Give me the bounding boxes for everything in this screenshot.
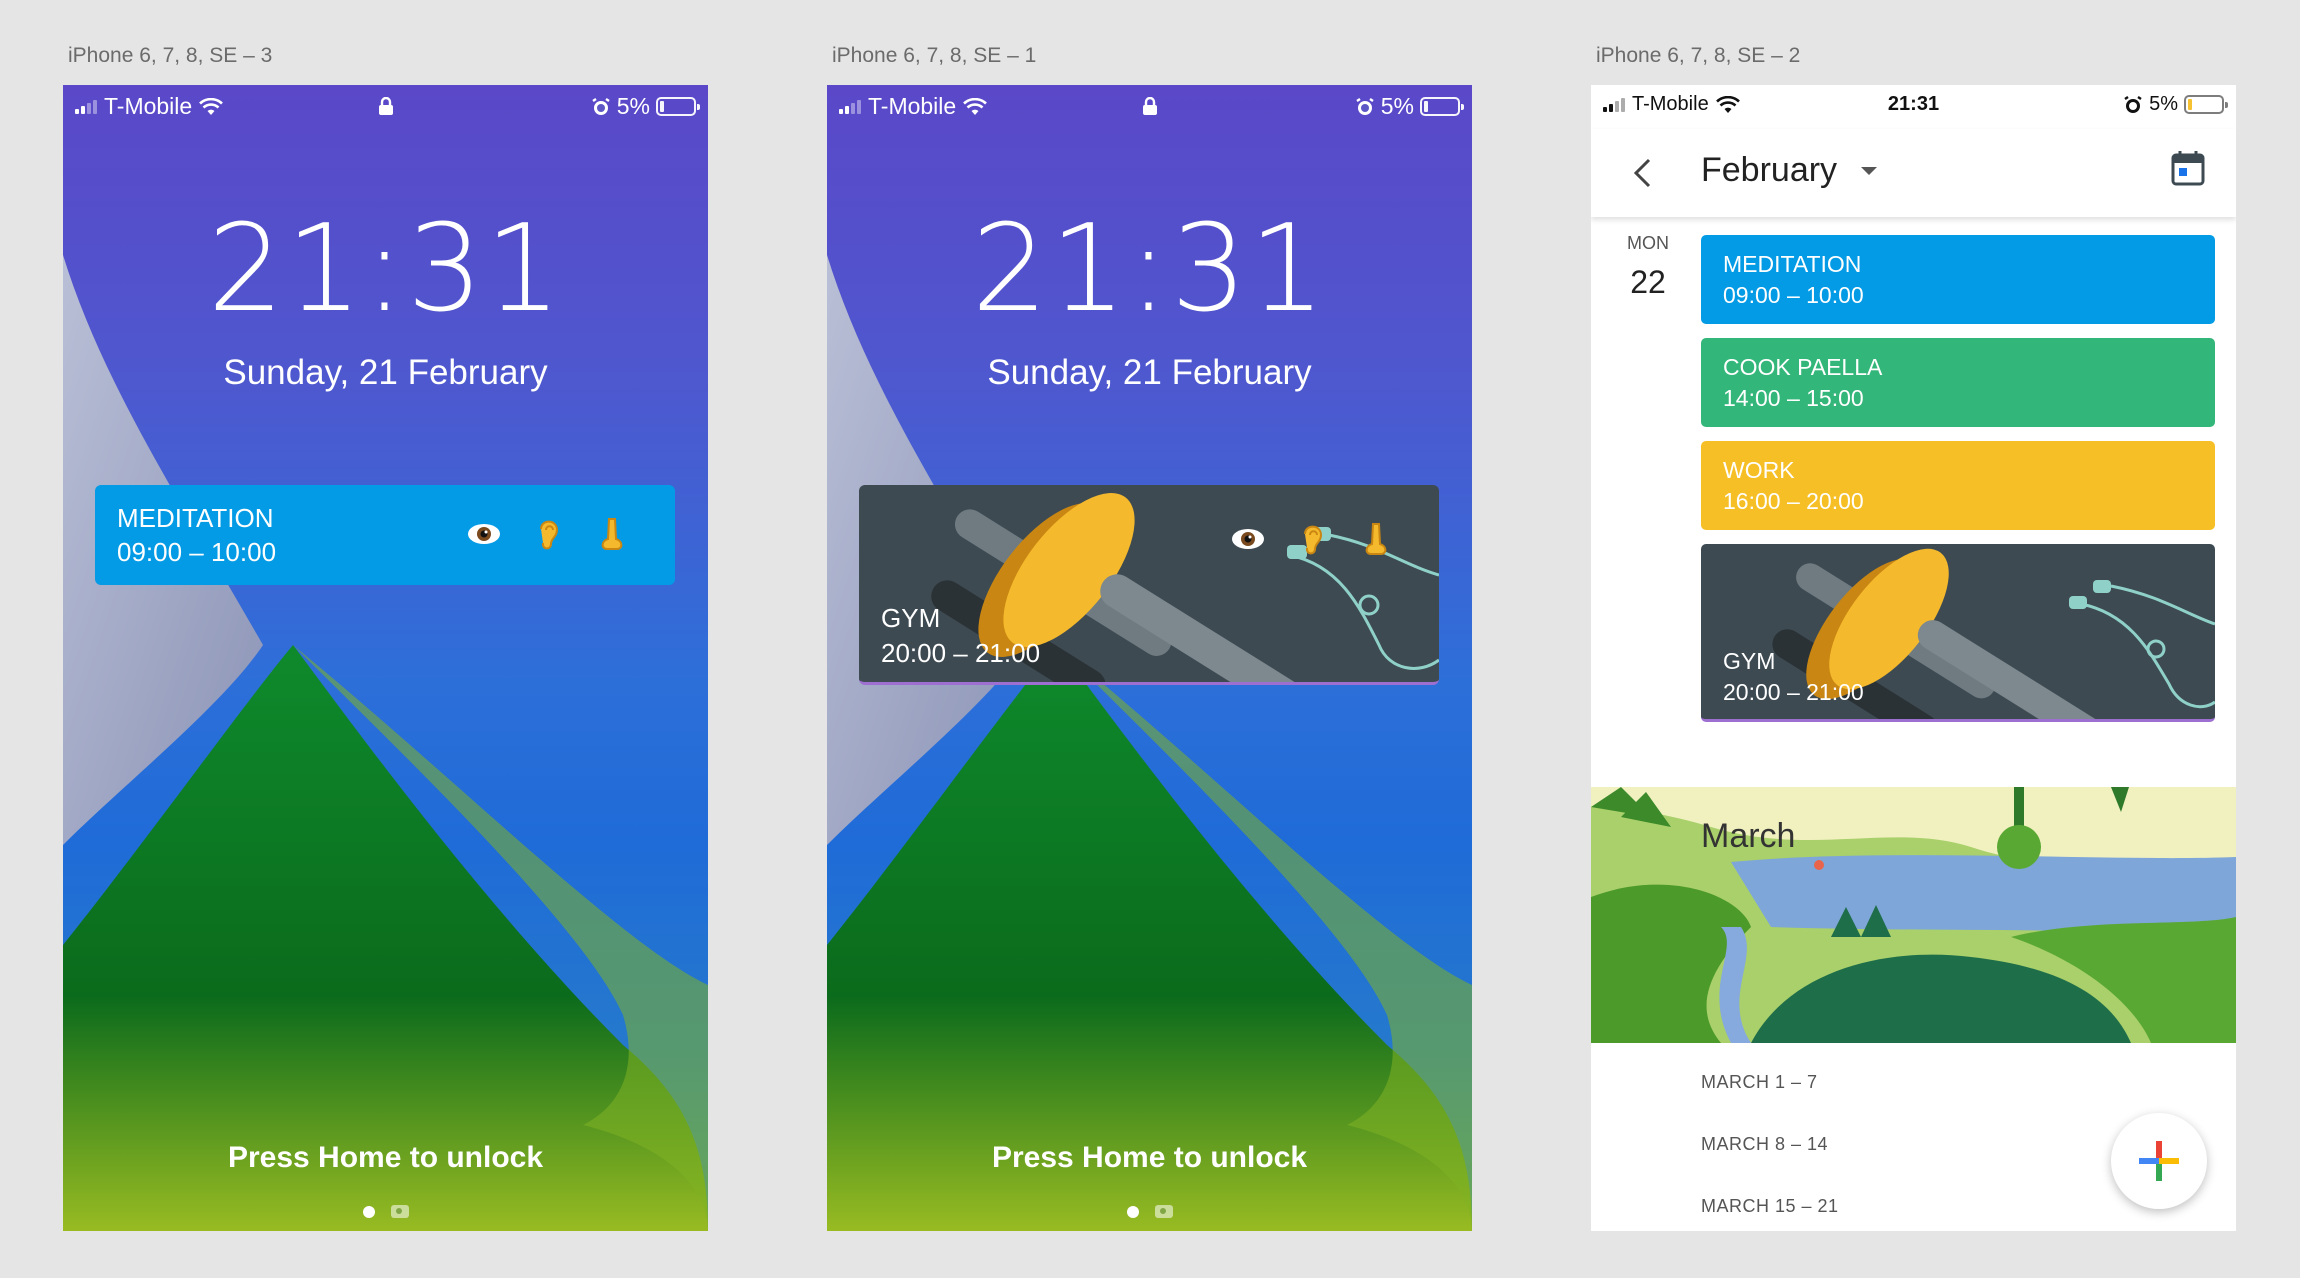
alarm-icon [592,97,610,115]
carrier-label: T-Mobile [104,93,193,119]
dropdown-caret-icon[interactable] [1861,167,1877,175]
event-time: 20:00 – 21:00 [1723,679,1864,705]
camera-icon[interactable] [390,1205,409,1218]
wifi-icon [963,97,988,115]
carrier-label: T-Mobile [868,93,957,119]
event-time: 16:00 – 20:00 [1723,488,1864,514]
status-bar: T-Mobile 5% [827,85,1472,129]
frame-label-2: iPhone 6, 7, 8, SE – 1 [832,44,1037,67]
battery-percent: 5% [616,93,650,119]
ear-icon [1304,525,1323,555]
page-dot [362,1205,375,1218]
landscape-illustration [1591,787,2236,1043]
gym-widget[interactable]: GYM 20:00 – 21:00 [859,485,1439,685]
event-title: COOK PAELLA [1723,354,1883,380]
alarm-icon [1356,97,1374,115]
app-bar: February [1591,129,2236,217]
calendar-app: T-Mobile 21:31 5% February MON 22 MEDITA… [1591,85,2236,1231]
ear-icon [540,520,559,550]
event-gym[interactable]: GYM 20:00 – 21:00 [1701,544,2215,722]
alarm-icon [2124,95,2142,113]
event-meditation[interactable]: MEDITATION 09:00 – 10:00 [1701,235,2215,324]
back-arrow-icon[interactable] [1631,157,1653,189]
camera-icon[interactable] [1154,1205,1173,1218]
lock-icon [378,97,393,115]
lock-clock: 21:31 [207,200,564,339]
eye-icon [468,524,500,544]
widget-time: 09:00 – 10:00 [117,537,277,567]
page-indicator [827,1205,1472,1218]
battery-icon [1420,97,1464,116]
event-title: GYM [1723,648,1776,674]
battery-icon [2184,95,2228,114]
event-work[interactable]: WORK 16:00 – 20:00 [1701,441,2215,530]
signal-icon [839,99,861,114]
status-bar: T-Mobile 21:31 5% [1591,85,2236,129]
lock-icon [1142,97,1157,115]
wifi-icon [199,97,224,115]
calendar-today-icon[interactable] [2170,149,2206,187]
unlock-hint: Press Home to unlock [991,1141,1308,1174]
widget-title: GYM [881,603,941,633]
create-event-button[interactable] [2111,1113,2207,1209]
lock-screen-gym: T-Mobile 5% 21:31 Sunday, 21 February GY… [827,85,1472,1231]
widget-time: 20:00 – 21:00 [881,638,1041,668]
eye-icon [1232,529,1264,549]
lock-date: Sunday, 21 February [223,353,548,392]
unlock-hint: Press Home to unlock [227,1141,544,1174]
lock-screen-meditation: T-Mobile 5% 21:31 Sunday, 21 February ME… [63,85,708,1231]
month-banner-march: March [1591,787,2236,1043]
signal-icon [75,99,97,114]
battery-icon [656,97,700,116]
month-selector[interactable]: February [1701,151,1837,190]
event-title: MEDITATION [1723,251,1862,277]
plus-icon [2139,1141,2179,1181]
battery-percent: 5% [2149,93,2178,115]
event-time: 09:00 – 10:00 [1723,282,1864,308]
event-cook-paella[interactable]: COOK PAELLA 14:00 – 15:00 [1701,338,2215,427]
lock-clock: 21:31 [971,200,1328,339]
page-indicator [63,1205,708,1218]
status-bar: T-Mobile 5% [63,85,708,129]
month-label: March [1701,817,1796,855]
week-row[interactable]: MARCH 8 – 14 [1701,1134,1828,1155]
frame-label-1: iPhone 6, 7, 8, SE – 3 [68,44,273,67]
frame-label-3: iPhone 6, 7, 8, SE – 2 [1596,44,1801,67]
event-title: WORK [1723,457,1795,483]
widget-title: MEDITATION [117,503,274,533]
day-header[interactable]: MON 22 [1621,233,1675,301]
week-row[interactable]: MARCH 15 – 21 [1701,1196,1839,1217]
nose-icon [601,518,623,550]
day-number: 22 [1630,264,1666,300]
meditation-widget[interactable]: MEDITATION 09:00 – 10:00 [95,485,675,585]
lock-date: Sunday, 21 February [987,353,1312,392]
week-row[interactable]: MARCH 1 – 7 [1701,1072,1818,1093]
day-of-week: MON [1627,233,1669,253]
battery-percent: 5% [1380,93,1414,119]
page-dot [1126,1205,1139,1218]
event-time: 14:00 – 15:00 [1723,385,1864,411]
nose-icon [1365,523,1387,555]
